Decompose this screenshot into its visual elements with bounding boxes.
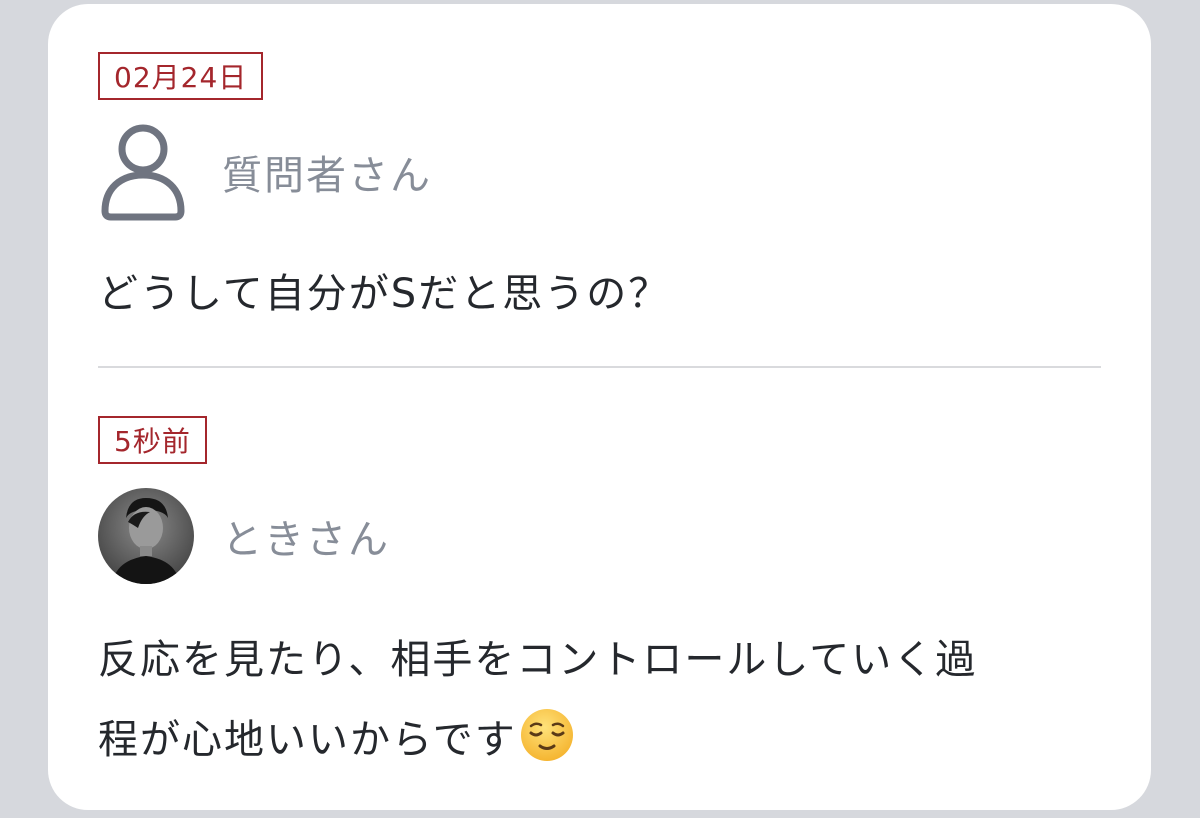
answer-text-line1: 反応を見たり、相手をコントロールしていく過 [98, 637, 978, 683]
answer-date-tag: 5秒前 [98, 416, 207, 464]
question-section: 02月24日 質問者さん どうして自分がSだと思うの？ [98, 52, 1101, 334]
relieved-face-emoji [519, 707, 575, 763]
question-text: どうして自分がSだと思うの？ [98, 271, 671, 317]
qa-card: 02月24日 質問者さん どうして自分がSだと思うの？ 5秒前 ときさん 反応を… [48, 4, 1151, 810]
question-user-name: 質問者さん [222, 153, 432, 199]
answer-user-row: ときさん [98, 486, 1101, 586]
divider [98, 366, 1101, 368]
person-outline-icon [98, 122, 188, 222]
question-date-tag: 02月24日 [98, 52, 264, 100]
question-user-row: 質問者さん [98, 122, 1101, 222]
answer-text-line2: 程が心地いいからです [98, 700, 1101, 780]
answer-section: 5秒前 ときさん 反応を見たり、相手をコントロールしていく過 程が心地いいからで… [98, 416, 1101, 780]
avatar[interactable] [98, 488, 194, 584]
answer-text-line2-text: 程が心地いいからです [98, 717, 517, 763]
answer-text: 反応を見たり、相手をコントロールしていく過 程が心地いいからです [98, 620, 1101, 780]
answer-user-name: ときさん [222, 517, 390, 563]
